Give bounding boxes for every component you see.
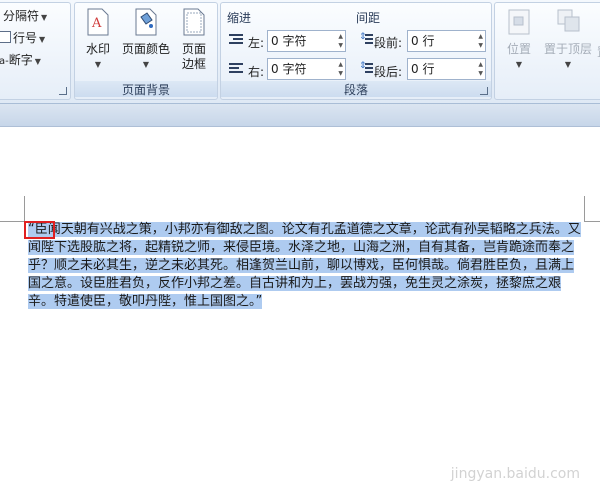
breaks-button[interactable]: 分隔符 ▼ — [3, 7, 47, 24]
watermark-icon: A — [86, 8, 110, 36]
spinner-arrows-icon[interactable]: ▲ ▼ — [478, 60, 483, 78]
bring-to-front-button[interactable]: 置于顶层 ▼ — [541, 8, 595, 72]
page-background-group: A 水印 ▼ 页面颜色 ▼ 页面 边框 页面背景 — [74, 2, 218, 100]
chevron-down-icon: ▼ — [142, 60, 150, 69]
position-button[interactable]: 位置 ▼ — [499, 8, 539, 72]
arrange-group: 位置 ▼ 置于顶层 ▼ 置 — [494, 2, 600, 100]
chevron-down-icon: ▼ — [39, 35, 46, 44]
page-borders-label-line2: 边框 — [181, 57, 206, 71]
chevron-down-icon: ▼ — [34, 57, 41, 66]
spinner-arrows-icon[interactable]: ▲ ▼ — [338, 60, 343, 78]
indent-right-value: 0 字符 — [271, 62, 307, 76]
chevron-down-icon: ▼ — [94, 60, 102, 69]
page-setup-group: 分隔符 ▼ 行号 ▼ a-断字 ▼ — [0, 2, 71, 100]
spinner-arrows-icon[interactable]: ▲ ▼ — [338, 32, 343, 50]
paragraph-group-title: 段落 — [221, 81, 491, 97]
hyphenation-label: 断字 — [8, 53, 33, 67]
spacing-after-value: 0 行 — [411, 62, 435, 76]
indent-right-icon — [229, 63, 243, 76]
line-numbers-label: 行号 — [13, 31, 38, 45]
indent-left-spinner[interactable]: 0 字符 ▲ ▼ — [267, 30, 346, 52]
position-icon — [507, 8, 531, 36]
indent-left-value: 0 字符 — [271, 34, 307, 48]
page-color-label: 页面颜色 — [121, 42, 170, 56]
indent-left-label: 左: — [248, 36, 265, 50]
chevron-down-icon: ▼ — [564, 60, 572, 69]
document-paragraph[interactable]: “臣闻天朝有兴战之策，小邦亦有御敌之图。论文有孔孟道德之文章，论武有孙吴韬略之兵… — [28, 221, 584, 311]
selected-text[interactable]: “臣闻天朝有兴战之策，小邦亦有御敌之图。论文有孔孟道德之文章，论武有孙吴韬略之兵… — [28, 222, 581, 309]
indent-right-label: 右: — [248, 65, 265, 79]
page-border-icon — [182, 8, 206, 36]
paragraph-group: 缩进 间距 左: 0 字符 ▲ ▼ 右: 0 字符 ▲ ▼ ⇕ 段前: 0 行 ▲ ▼… — [220, 2, 492, 100]
ribbon: 分隔符 ▼ 行号 ▼ a-断字 ▼ A 水印 ▼ 页面颜色 ▼ 页面 边框 页面… — [0, 0, 600, 104]
spacing-before-spinner[interactable]: 0 行 ▲ ▼ — [407, 30, 486, 52]
line-numbers-button[interactable]: 行号 ▼ — [0, 29, 45, 46]
margin-mark-right-vertical — [584, 196, 585, 222]
watermark-label: 水印 — [85, 42, 110, 56]
spacing-before-icon: ⇕ — [359, 32, 373, 47]
breaks-label: 分隔符 — [3, 9, 40, 23]
indent-section-label: 缩进 — [227, 11, 252, 25]
spacing-after-label: 段后: — [374, 65, 403, 79]
page-borders-button[interactable]: 页面 边框 — [175, 8, 213, 72]
spacing-before-label: 段前: — [374, 36, 403, 50]
indent-left-icon — [229, 34, 243, 47]
spacing-section-label: 间距 — [356, 11, 381, 25]
site-watermark: jingyan.baidu.com — [450, 466, 580, 482]
page-background-title: 页面背景 — [75, 81, 217, 97]
paint-bucket-icon — [134, 8, 158, 36]
chevron-down-icon: ▼ — [515, 60, 523, 69]
spacing-after-spinner[interactable]: 0 行 ▲ ▼ — [407, 58, 486, 80]
watermark-button[interactable]: A 水印 ▼ — [79, 8, 117, 72]
margin-mark-left — [0, 221, 24, 222]
highlight-box — [24, 221, 55, 239]
margin-mark-right — [584, 221, 600, 222]
svg-text:A: A — [91, 16, 102, 31]
line-numbers-icon — [0, 31, 11, 43]
paragraph-launcher-icon[interactable] — [480, 87, 488, 95]
ribbon-bottom-strip — [0, 104, 600, 127]
page-borders-label-line1: 页面 — [181, 42, 206, 56]
hyphenation-button[interactable]: a-断字 ▼ — [0, 51, 41, 68]
page-setup-launcher-icon[interactable] — [59, 87, 67, 95]
document-page[interactable] — [0, 127, 600, 500]
indent-right-spinner[interactable]: 0 字符 ▲ ▼ — [267, 58, 346, 80]
position-label: 位置 — [506, 42, 531, 56]
spacing-after-icon: ⇕ — [359, 61, 373, 76]
hyphenation-icon: a- — [0, 56, 9, 67]
spinner-arrows-icon[interactable]: ▲ ▼ — [478, 32, 483, 50]
spacing-before-value: 0 行 — [411, 34, 435, 48]
bring-to-front-icon — [556, 8, 580, 36]
margin-mark-left-vertical — [24, 196, 25, 222]
bring-to-front-label: 置于顶层 — [543, 42, 592, 56]
chevron-down-icon: ▼ — [41, 13, 48, 22]
page-color-button[interactable]: 页面颜色 ▼ — [121, 8, 171, 72]
